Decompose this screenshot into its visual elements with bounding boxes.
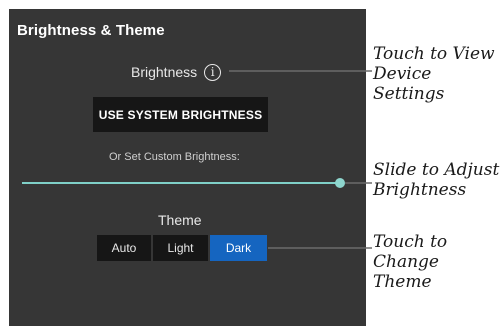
theme-callout-line-2: Change Theme — [373, 252, 439, 292]
use-system-brightness-button[interactable]: USE SYSTEM BRIGHTNESS — [93, 97, 268, 132]
panel-title: Brightness & Theme — [17, 22, 165, 39]
theme-segmented-control: Auto Light Dark — [97, 235, 267, 261]
brightness-row: Brightness i — [131, 61, 222, 83]
theme-callout-line-1: Touch to — [373, 232, 448, 252]
theme-light-button[interactable]: Light — [153, 235, 208, 261]
info-callout-line-1: Touch to View — [373, 44, 495, 64]
brightness-label: Brightness — [131, 64, 198, 80]
info-callout-line-2: Device Settings — [373, 64, 445, 104]
slider-callout: Slide to Adjust Brightness — [373, 160, 499, 200]
theme-label: Theme — [158, 212, 202, 228]
brightness-slider-track[interactable] — [22, 182, 340, 184]
brightness-slider-thumb[interactable] — [335, 178, 345, 188]
info-icon[interactable]: i — [204, 63, 222, 81]
custom-brightness-label: Or Set Custom Brightness: — [109, 151, 240, 163]
slider-callout-line-1: Slide to Adjust — [373, 160, 500, 180]
info-callout: Touch to View Device Settings — [373, 44, 502, 104]
brightness-theme-panel — [9, 9, 366, 326]
theme-callout: Touch to Change Theme — [373, 232, 502, 292]
theme-dark-button[interactable]: Dark — [210, 235, 267, 261]
theme-auto-button[interactable]: Auto — [97, 235, 151, 261]
slider-callout-line-2: Brightness — [373, 180, 467, 200]
